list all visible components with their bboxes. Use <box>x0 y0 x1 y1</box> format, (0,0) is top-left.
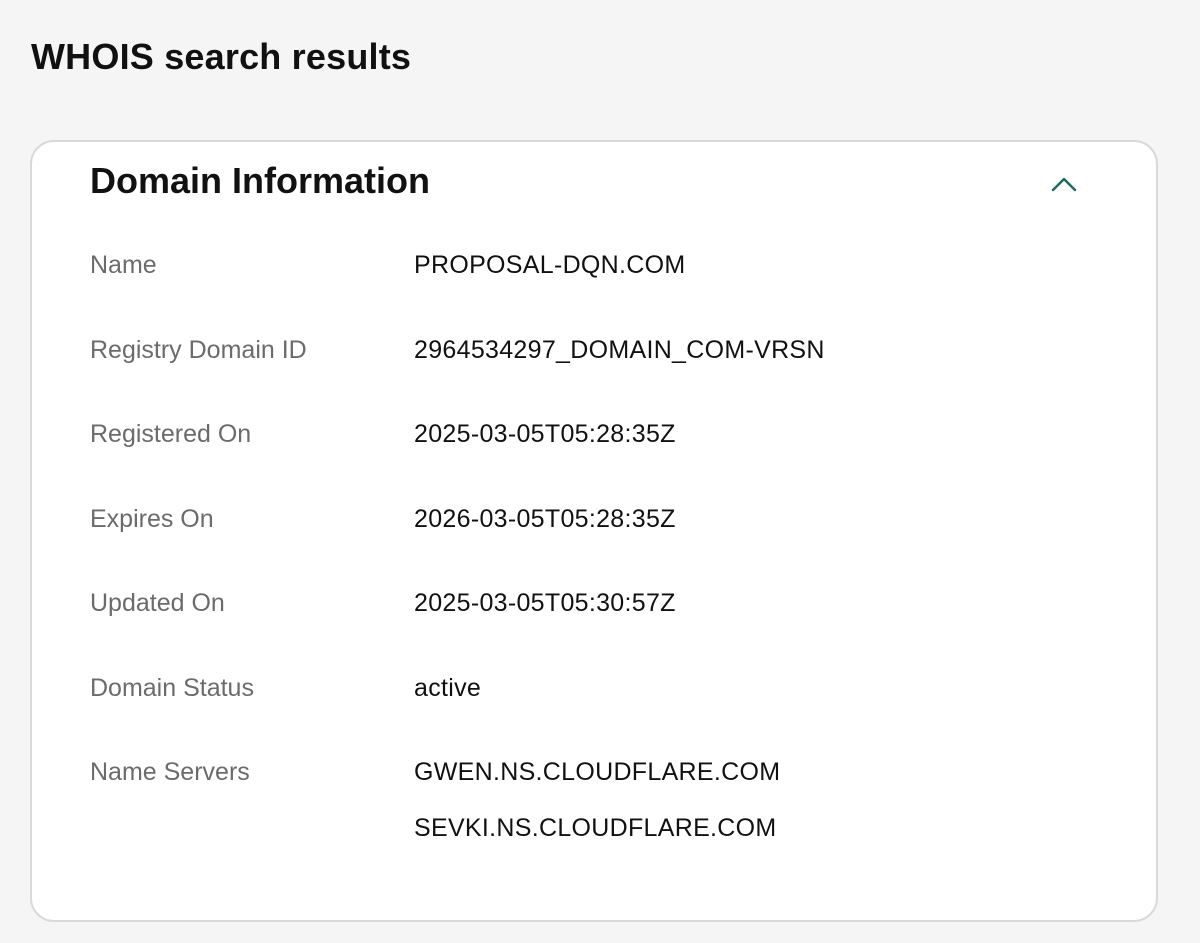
value-domain-status: active <box>414 673 482 702</box>
value-registered-on: 2025-03-05T05:28:35Z <box>414 420 676 448</box>
label-registered-on: Registered On <box>90 420 252 448</box>
value-updated-on: 2025-03-05T05:30:57Z <box>414 589 676 617</box>
row-registry-domain-id: Registry Domain ID 2964534297_DOMAIN_COM… <box>90 335 1100 420</box>
label-name-servers: Name Servers <box>90 758 250 786</box>
collapse-button[interactable] <box>1042 164 1086 204</box>
row-registered-on: Registered On 2025-03-05T05:28:35Z <box>90 419 1100 504</box>
domain-information-header[interactable]: Domain Information <box>32 142 1156 232</box>
domain-information-title: Domain Information <box>90 160 430 201</box>
name-server-item: GWEN.NS.CLOUDFLARE.COM <box>414 758 781 786</box>
label-expires-on: Expires On <box>90 504 214 533</box>
label-registry-domain-id: Registry Domain ID <box>90 335 307 364</box>
name-server-item: SEVKI.NS.CLOUDFLARE.COM <box>414 814 777 842</box>
value-name: PROPOSAL-DQN.COM <box>414 251 686 279</box>
domain-information-card: Domain Information Name PROPOSAL-DQN.COM… <box>30 140 1158 922</box>
page-title: WHOIS search results <box>31 36 412 77</box>
name-servers-list: GWEN.NS.CLOUDFLARE.COM SEVKI.NS.CLOUDFLA… <box>414 757 780 869</box>
label-name: Name <box>90 251 157 279</box>
label-domain-status: Domain Status <box>90 673 254 702</box>
row-name-servers: Name Servers GWEN.NS.CLOUDFLARE.COM SEVK… <box>90 757 1100 869</box>
chevron-up-icon <box>1051 177 1077 192</box>
value-expires-on: 2026-03-05T05:28:35Z <box>414 504 676 533</box>
row-name: Name PROPOSAL-DQN.COM <box>90 250 1100 335</box>
row-expires-on: Expires On 2026-03-05T05:28:35Z <box>90 504 1100 589</box>
row-domain-status: Domain Status active <box>90 673 1100 758</box>
row-updated-on: Updated On 2025-03-05T05:30:57Z <box>90 588 1100 673</box>
label-updated-on: Updated On <box>90 589 225 617</box>
domain-info-list: Name PROPOSAL-DQN.COM Registry Domain ID… <box>90 250 1100 869</box>
value-registry-domain-id: 2964534297_DOMAIN_COM-VRSN <box>414 335 825 364</box>
